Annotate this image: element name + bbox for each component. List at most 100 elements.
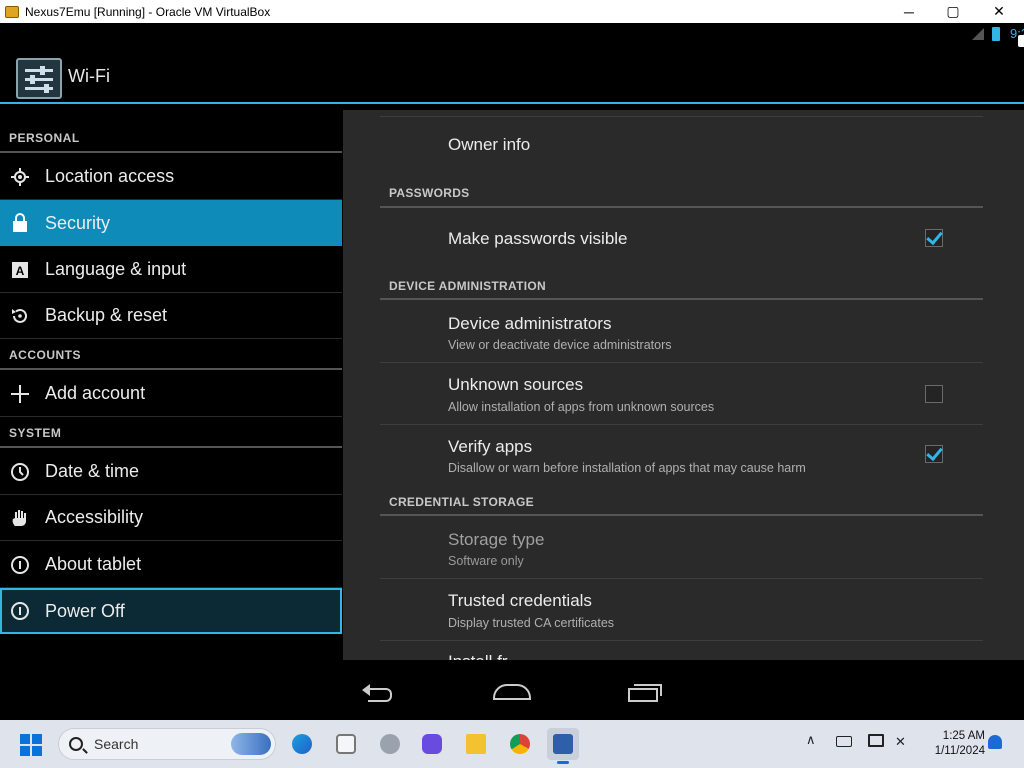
nav-item-label: Location access (45, 166, 175, 186)
install-from-storage-setting-partial[interactable]: Install fr (448, 652, 648, 660)
volume-muted-icon[interactable]: ✕ (895, 734, 906, 750)
chrome-icon[interactable] (504, 728, 536, 760)
svg-text:A: A (16, 264, 25, 278)
window-title: Nexus7Emu [Running] - Oracle VM VirtualB… (25, 4, 271, 19)
nav-item-label: Date & time (45, 461, 140, 481)
info-icon (9, 554, 31, 576)
action-bar-title: Wi-Fi (68, 66, 110, 86)
nav-category-accounts: ACCOUNTS (9, 348, 81, 362)
owner-info-setting[interactable]: Owner info (448, 135, 530, 155)
nav-item-add-account[interactable]: Add account (0, 371, 342, 417)
settings-icon[interactable] (16, 58, 62, 99)
nav-category-personal: PERSONAL (9, 131, 80, 145)
task-view-icon[interactable] (330, 728, 362, 760)
row-divider (380, 640, 983, 641)
unknown-sources-checkbox[interactable] (925, 385, 943, 403)
storage-type-summary: Software only (448, 554, 524, 568)
section-credential-storage: CREDENTIAL STORAGE (389, 495, 534, 509)
weather-icon[interactable] (374, 728, 406, 760)
edge-beta-icon[interactable] (286, 728, 318, 760)
notification-bell-icon[interactable] (988, 735, 1002, 749)
nav-category-divider (0, 446, 342, 448)
nav-item-language-input[interactable]: A Language & input (0, 247, 342, 293)
search-label: Search (94, 736, 139, 752)
unknown-sources-summary: Allow installation of apps from unknown … (448, 400, 715, 414)
virtualbox-icon[interactable] (547, 728, 579, 764)
row-divider (380, 116, 983, 117)
restore-icon (9, 305, 31, 327)
trusted-credentials-setting[interactable]: Trusted credentials (448, 591, 592, 611)
row-divider (380, 424, 983, 425)
device-administrators-summary: View or deactivate device administrators (448, 338, 672, 352)
close-button[interactable]: ✕ (976, 0, 1022, 23)
section-divider (380, 206, 983, 208)
nav-item-label: About tablet (45, 554, 142, 574)
minimize-button[interactable]: ─ (886, 0, 932, 23)
nav-item-backup-reset[interactable]: Backup & reset (0, 293, 342, 339)
taskbar-search[interactable]: Search (58, 728, 276, 760)
section-divider (380, 298, 983, 300)
clock-icon (9, 461, 31, 483)
storage-type-setting: Storage type (448, 530, 545, 549)
taskbar-date: 1/11/2024 (934, 745, 985, 757)
virtualbox-app-icon (5, 5, 19, 18)
start-button[interactable] (20, 734, 42, 756)
chevron-up-icon[interactable]: ∧ (806, 732, 816, 748)
meet-icon[interactable] (416, 728, 448, 760)
device-administrators-setting[interactable]: Device administrators (448, 314, 611, 334)
section-passwords: PASSWORDS (389, 186, 470, 200)
keyboard-tray-icon[interactable] (836, 736, 852, 747)
row-divider (380, 578, 983, 579)
maximize-button[interactable]: ▢ (930, 0, 976, 23)
nav-item-label: Accessibility (45, 507, 144, 527)
keyboard-icon: A (9, 259, 31, 281)
verify-apps-setting[interactable]: Verify apps (448, 437, 532, 457)
nav-item-location-access[interactable]: Location access (0, 154, 342, 200)
nav-item-power-off[interactable]: Power Off (0, 588, 342, 634)
unknown-sources-setting[interactable]: Unknown sources (448, 375, 583, 395)
location-icon (9, 166, 31, 188)
back-icon[interactable] (362, 684, 396, 702)
nav-item-label: Security (45, 212, 111, 233)
section-device-administration: DEVICE ADMINISTRATION (389, 279, 546, 293)
power-icon (9, 600, 31, 622)
search-icon (69, 737, 83, 751)
action-bar-underline (0, 102, 1024, 104)
nav-item-label: Add account (45, 383, 146, 403)
nav-item-about-tablet[interactable]: About tablet (0, 542, 342, 588)
start-icon-tile (20, 746, 30, 756)
window-titlebar: Nexus7Emu [Running] - Oracle VM VirtualB… (0, 0, 1024, 23)
start-icon-tile (32, 746, 42, 756)
install-from-storage-label: Install fr (448, 652, 508, 660)
recents-icon[interactable] (628, 684, 662, 702)
display-icon[interactable] (868, 734, 884, 747)
search-highlight-icon (231, 733, 271, 755)
action-bar (0, 23, 1024, 104)
row-divider (380, 362, 983, 363)
windows-taskbar: Search ∧ ✕ 1:25 AM 1/11/2024 (0, 720, 1024, 768)
taskbar-clock[interactable]: 1:25 AM 1/11/2024 (925, 729, 985, 759)
nav-category-system: SYSTEM (9, 426, 62, 440)
verify-apps-summary: Disallow or warn before installation of … (448, 461, 806, 475)
nav-category-divider (0, 151, 342, 153)
trusted-credentials-summary: Display trusted CA certificates (448, 616, 615, 630)
lock-icon (9, 212, 31, 234)
plus-icon (9, 383, 31, 405)
start-icon-tile (32, 734, 42, 744)
nav-item-label: Power Off (45, 600, 125, 621)
verify-apps-checkbox[interactable] (925, 445, 943, 463)
home-icon[interactable] (493, 684, 531, 700)
nav-category-divider (0, 368, 342, 370)
nav-item-label: Language & input (45, 259, 187, 279)
section-divider (380, 514, 983, 516)
make-passwords-visible-setting[interactable]: Make passwords visible (448, 229, 628, 249)
nav-item-date-time[interactable]: Date & time (0, 449, 342, 495)
make-passwords-visible-checkbox[interactable] (925, 229, 943, 247)
hand-icon (9, 507, 31, 529)
nav-item-label: Backup & reset (45, 305, 168, 325)
nav-item-security[interactable]: Security (0, 200, 342, 246)
taskbar-time: 1:25 AM (942, 730, 985, 742)
file-explorer-icon[interactable] (460, 728, 492, 760)
nav-item-accessibility[interactable]: Accessibility (0, 495, 342, 541)
start-icon-tile (20, 734, 30, 744)
